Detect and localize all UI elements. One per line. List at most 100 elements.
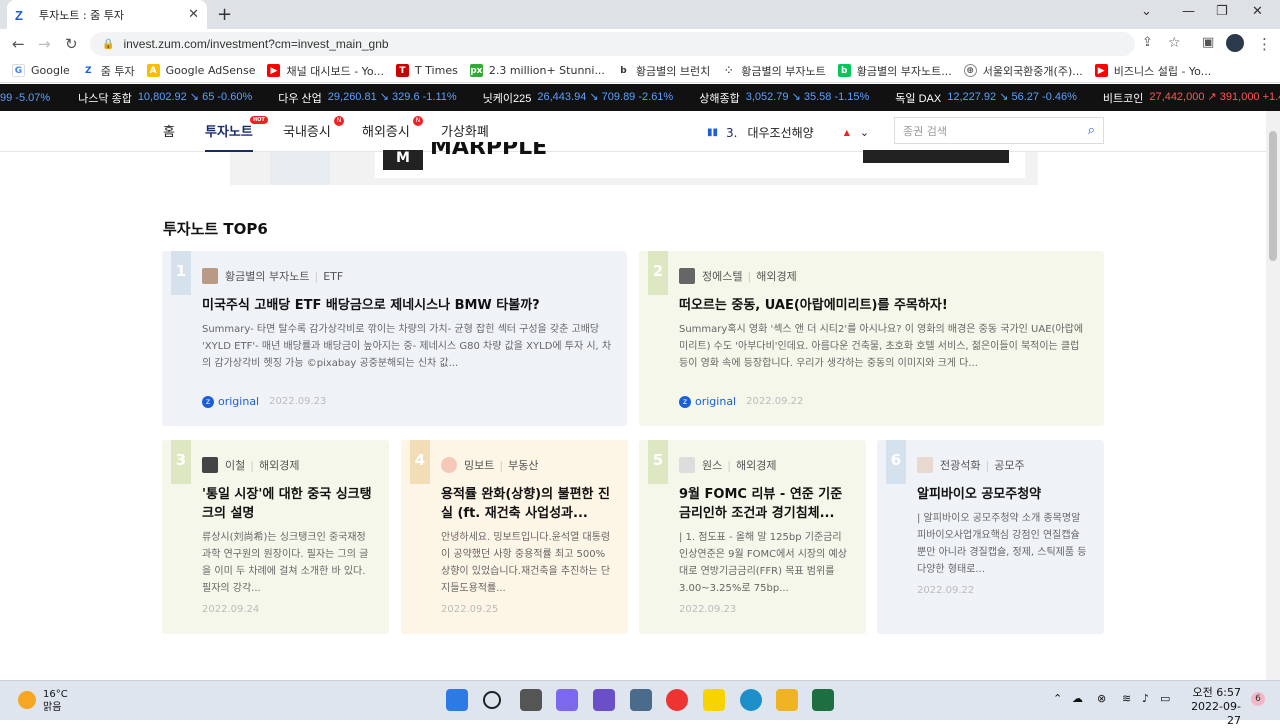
nav-invest-note[interactable]: 투자노트 HOT: [205, 116, 268, 152]
calculator-icon[interactable]: [630, 689, 652, 711]
excel-icon[interactable]: [812, 689, 834, 711]
card-title[interactable]: 떠오르는 중동, UAE(아랍에미리트)를 주목하자!: [679, 296, 1089, 315]
ad-banner[interactable]: M MARPPLE: [230, 142, 1038, 185]
ticker-item[interactable]: 다우 산업 29,260.81 ↘ 329.6 -1.11%: [278, 90, 456, 106]
rank-number: 5: [648, 440, 668, 484]
card-summary: Summary혹시 영화 '섹스 앤 더 시티2'를 아시나요? 이 영화의 배…: [679, 324, 1084, 369]
weather-widget[interactable]: 16°C 맑음: [43, 688, 68, 714]
sidepanel-icon[interactable]: ▣: [1202, 35, 1214, 50]
avatar: [441, 457, 457, 473]
bookmark-item[interactable]: ▶ 채널 대시보드 - Yo...: [267, 63, 384, 79]
bookmark-item[interactable]: ⁘ 황금별의 부자노트: [722, 63, 826, 79]
forward-icon[interactable]: →: [38, 35, 51, 53]
card-top1[interactable]: 1 황금별의 부자노트 | ETF 미국주식 고배당 ETF 배당금으로 제네시스나…: [162, 251, 627, 426]
cloud-icon[interactable]: ☁: [1072, 692, 1083, 705]
app-tray-icon[interactable]: ⊗: [1097, 692, 1106, 705]
avatar: [679, 457, 695, 473]
ticker-item[interactable]: 나스닥 종합 10,802.92 ↘ 65 -0.60%: [78, 90, 252, 106]
edge-icon[interactable]: [740, 689, 762, 711]
up-arrow-icon: ▲: [843, 128, 850, 137]
card-title[interactable]: '통일 시장'에 대한 중국 싱크탱크의 설명: [202, 485, 372, 523]
search-icon[interactable]: ⌕: [1088, 123, 1095, 138]
file-explorer-icon[interactable]: [776, 689, 798, 711]
profile-avatar[interactable]: [1226, 34, 1244, 52]
ticker-item[interactable]: 99 -5.07%: [0, 92, 50, 104]
search-icon[interactable]: [483, 691, 501, 709]
bookmark-item[interactable]: A Google AdSense: [146, 64, 255, 77]
back-icon[interactable]: ←: [12, 35, 25, 53]
nav-home[interactable]: 홈: [163, 121, 175, 140]
new-tab-icon[interactable]: +: [217, 4, 232, 25]
bookmark-item[interactable]: ▶ 비즈니스 설립 - Yo...: [1094, 63, 1211, 79]
maximize-icon[interactable]: ❐: [1216, 4, 1228, 19]
notification-badge[interactable]: 6: [1251, 692, 1265, 706]
nav-overseas-market[interactable]: 해외증시 N: [362, 116, 423, 140]
banner-button[interactable]: [863, 150, 1009, 163]
scrollbar-thumb[interactable]: [1269, 131, 1277, 261]
taskbar: 16°C 맑음 ⌃ ☁ ⊗ ≋ ♪ ▭ 오전 6:57 2022-09-27 6: [0, 680, 1280, 727]
card-top2[interactable]: 2 정에스텔 | 해외경제 떠오르는 중동, UAE(아랍에미리트)를 주목하자! …: [639, 251, 1104, 426]
bookmark-item[interactable]: G Google: [12, 64, 70, 77]
chevron-down-icon[interactable]: ⌄: [860, 126, 869, 139]
trending-stock[interactable]: ▮▮ 3. 대우조선해양 ▲ ⌄: [707, 124, 869, 141]
ticker-item[interactable]: 독일 DAX 12,227.92 ↘ 56.27 -0.46%: [895, 90, 1077, 106]
banner-image: [270, 152, 330, 185]
card-title[interactable]: 미국주식 고배당 ETF 배당금으로 제네시스나 BMW 타볼까?: [202, 296, 612, 315]
chat-icon[interactable]: [556, 689, 578, 711]
ticker-item[interactable]: 상해종합 3,052.79 ↘ 35.58 -1.15%: [699, 90, 869, 106]
bookmark-star-icon[interactable]: ☆: [1168, 35, 1181, 51]
start-icon[interactable]: [446, 689, 468, 711]
bookmark-item[interactable]: px 2.3 million+ Stunni...: [469, 64, 605, 77]
chrome-icon[interactable]: [666, 689, 688, 711]
card-top5[interactable]: 5 원스 | 해외경제 9월 FOMC 리뷰 - 연준 기준금리인하 조건과 경기침…: [639, 440, 866, 634]
reload-icon[interactable]: ↻: [65, 35, 78, 53]
bookmark-item[interactable]: b 황금별의 부자노트...: [837, 63, 952, 79]
clock[interactable]: 오전 6:57 2022-09-27: [1185, 686, 1241, 728]
nav-crypto[interactable]: 가상화폐: [441, 121, 489, 140]
share-icon[interactable]: ⇪: [1142, 35, 1153, 50]
snipping-icon[interactable]: [593, 689, 615, 711]
card-meta: 원스 | 해외경제: [679, 457, 776, 473]
page-scrollbar[interactable]: [1266, 111, 1280, 680]
kakaotalk-icon[interactable]: [703, 689, 725, 711]
avatar: [202, 268, 218, 284]
bookmark-item[interactable]: b 황금별의 브런치: [616, 63, 710, 79]
ticker-item[interactable]: 닛케이225 26,443.94 ↘ 709.89 -2.61%: [483, 90, 674, 106]
url-field[interactable]: 🔒 invest.zum.com/investment?cm=invest_ma…: [90, 32, 1135, 56]
section-title: 투자노트 TOP6: [163, 220, 268, 238]
bookmark-item[interactable]: ⊕ 서울외국환중개(주)...: [963, 63, 1083, 79]
rank-number: 4: [410, 440, 430, 484]
minimize-icon[interactable]: —: [1182, 4, 1195, 19]
chevron-up-icon[interactable]: ⌃: [1053, 692, 1062, 705]
card-title[interactable]: 용적률 완화(상향)의 불편한 진실 (ft. 재건축 사업성과...: [441, 485, 611, 523]
bookmark-item[interactable]: Z줌 투자: [81, 63, 135, 79]
ticker-item[interactable]: 비트코인27,442,000 ↗ 391,000 +1.45%: [1103, 90, 1280, 106]
tab-search-icon[interactable]: ⌄: [1141, 4, 1152, 19]
google-icon: G: [12, 64, 25, 77]
stock-search-input[interactable]: 종권 검색 ⌕: [894, 117, 1104, 144]
card-top6[interactable]: 6 전광석화 | 공모주 알피바이오 공모주청약 | 알피바이오 공모주청약 소개 …: [877, 440, 1104, 634]
avatar: [917, 457, 933, 473]
card-date: 2022.09.25: [441, 604, 499, 615]
menu-icon[interactable]: ⋮: [1257, 35, 1272, 53]
dots-icon: ⁘: [722, 64, 736, 77]
bookmark-item[interactable]: TT Times: [395, 64, 458, 77]
nav-domestic-market[interactable]: 국내증시 N: [283, 116, 344, 140]
browser-tab[interactable]: Z 투자노트 : 줌 투자 ✕: [7, 0, 207, 29]
sun-icon[interactable]: [18, 691, 36, 709]
card-top4[interactable]: 4 밍보트 | 부동산 용적률 완화(상향)의 불편한 진실 (ft. 재건축 사업…: [401, 440, 628, 634]
card-title[interactable]: 9월 FOMC 리뷰 - 연준 기준금리인하 조건과 경기침체...: [679, 485, 849, 523]
youtube-icon: ▶: [267, 64, 281, 77]
card-meta: 황금별의 부자노트 | ETF: [202, 268, 343, 284]
close-window-icon[interactable]: ✕: [1252, 4, 1263, 19]
wifi-icon[interactable]: ≋: [1122, 692, 1131, 705]
card-meta: 정에스텔 | 해외경제: [679, 268, 797, 284]
banner-text: MARPPLE: [430, 142, 548, 160]
browser-tab-strip: Z 투자노트 : 줌 투자 ✕ + ⌄ — ❐ ✕: [0, 0, 1280, 29]
volume-icon[interactable]: ♪: [1142, 692, 1149, 705]
avatar: [679, 268, 695, 284]
card-top3[interactable]: 3 이철 | 해외경제 '통일 시장'에 대한 중국 싱크탱크의 설명 류상시(刘尚…: [162, 440, 389, 634]
close-tab-icon[interactable]: ✕: [188, 7, 199, 22]
battery-icon[interactable]: ▭: [1160, 692, 1170, 705]
task-view-icon[interactable]: [520, 689, 542, 711]
